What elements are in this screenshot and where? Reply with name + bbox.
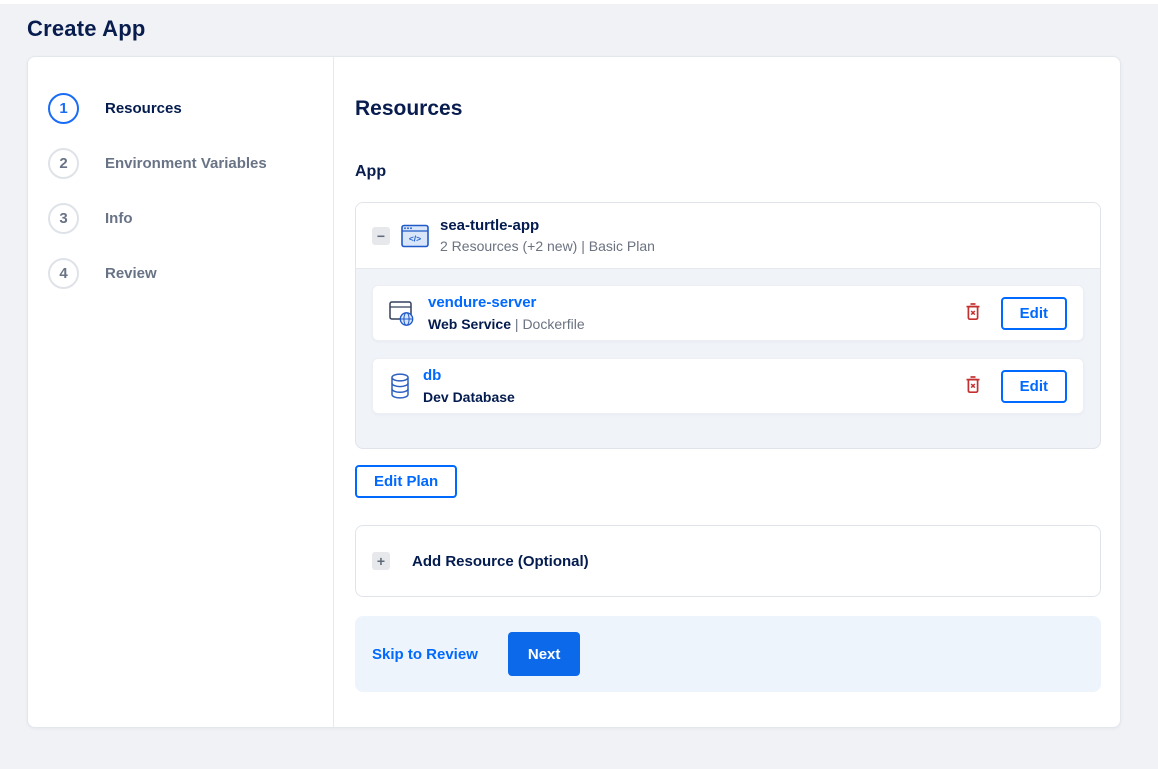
step-info[interactable]: 3 Info xyxy=(48,203,333,234)
collapse-button[interactable]: − xyxy=(372,226,390,245)
resource-row-vendure-server: vendure-server Web Service | Dockerfile xyxy=(372,285,1084,341)
resource-subtitle: Dev Database xyxy=(423,389,515,405)
web-service-icon xyxy=(389,300,416,327)
resource-subtitle: Web Service | Dockerfile xyxy=(428,316,585,332)
app-name: sea-turtle-app xyxy=(440,217,540,234)
edit-resource-button[interactable]: Edit xyxy=(1000,296,1067,330)
wizard-stepper: 1 Resources 2 Environment Variables 3 In… xyxy=(28,57,334,727)
step-number-badge: 3 xyxy=(48,203,79,234)
edit-plan-button[interactable]: Edit Plan xyxy=(355,465,458,498)
add-resource-section[interactable]: + Add Resource (Optional) xyxy=(355,525,1101,597)
delete-resource-button[interactable] xyxy=(963,373,983,399)
step-number-badge: 4 xyxy=(48,258,79,289)
svg-text:</>: </> xyxy=(409,233,421,243)
trash-icon xyxy=(965,302,981,324)
resource-text: db Dev Database xyxy=(423,367,515,405)
step-label: Resources xyxy=(105,100,182,117)
resource-type: Web Service xyxy=(428,316,512,332)
top-strip xyxy=(0,0,1158,4)
step-number-badge: 1 xyxy=(48,93,79,124)
resource-detail: Dockerfile xyxy=(522,316,585,332)
app-resources-card: − </> sea-turtle-app 2 Resources (+2 new… xyxy=(355,202,1101,449)
next-button[interactable]: Next xyxy=(507,632,581,676)
resource-text: vendure-server Web Service | Dockerfile xyxy=(428,294,585,332)
step-number-badge: 2 xyxy=(48,148,79,179)
trash-icon xyxy=(965,375,981,397)
step-label: Review xyxy=(105,265,157,282)
create-app-card: 1 Resources 2 Environment Variables 3 In… xyxy=(27,56,1121,728)
app-header-row: − </> sea-turtle-app 2 Resources (+2 new… xyxy=(356,203,1100,269)
resources-step-content: Resources App − </> sea-turtle-app 2 Res… xyxy=(334,57,1120,727)
content-heading: Resources xyxy=(355,97,463,120)
resource-row-db: db Dev Database Edit xyxy=(372,358,1084,414)
app-header-text: sea-turtle-app 2 Resources (+2 new) | Ba… xyxy=(440,217,655,254)
add-resource-label: Add Resource (Optional) xyxy=(412,552,589,570)
step-resources[interactable]: 1 Resources xyxy=(48,93,333,124)
step-label: Info xyxy=(105,210,133,227)
app-meta: 2 Resources (+2 new) | Basic Plan xyxy=(440,238,655,254)
edit-resource-button[interactable]: Edit xyxy=(1000,369,1067,403)
resource-separator: | xyxy=(511,316,523,332)
resource-type: Dev Database xyxy=(423,389,515,405)
app-section-label: App xyxy=(355,163,387,180)
wizard-footer: Skip to Review Next xyxy=(355,616,1101,692)
step-label: Environment Variables xyxy=(105,155,267,172)
page-title: Create App xyxy=(27,16,146,41)
step-review[interactable]: 4 Review xyxy=(48,258,333,289)
skip-to-review-link[interactable]: Skip to Review xyxy=(372,646,478,663)
resource-name-link[interactable]: vendure-server xyxy=(428,294,536,311)
database-icon xyxy=(389,372,411,400)
delete-resource-button[interactable] xyxy=(963,300,983,326)
step-environment-variables[interactable]: 2 Environment Variables xyxy=(48,148,333,179)
app-resources-list: vendure-server Web Service | Dockerfile xyxy=(356,269,1100,448)
add-resource-expand-button[interactable]: + xyxy=(372,552,390,570)
resource-name-link[interactable]: db xyxy=(423,367,441,384)
app-window-code-icon: </> xyxy=(401,224,429,248)
